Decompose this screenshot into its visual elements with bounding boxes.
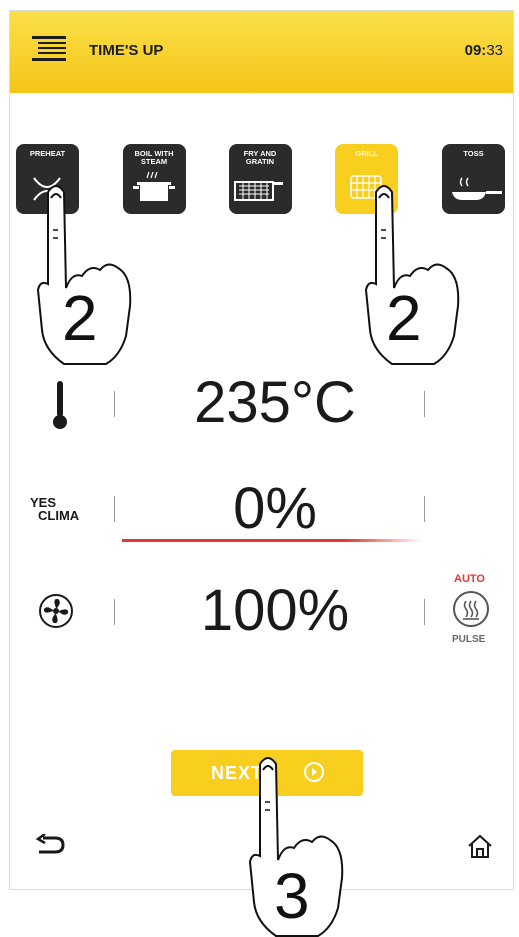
yes-clima-icon: YES CLIMA [30, 496, 79, 522]
fry-basket-icon [234, 181, 283, 201]
home-icon[interactable] [466, 833, 494, 859]
mode-label: TOSS [463, 149, 484, 158]
divider [114, 496, 115, 522]
fan-icon [39, 594, 73, 628]
divider [114, 599, 115, 625]
fan-pulse-label: PULSE [452, 634, 486, 645]
humidity-value[interactable]: 0% [125, 475, 425, 542]
mode-label: BOIL WITH STEAM [134, 149, 174, 166]
clock: 09:33 [465, 42, 503, 59]
mode-fry-and-gratin-button[interactable]: FRY AND GRATIN [229, 144, 292, 214]
menu-icon[interactable] [32, 35, 66, 63]
fan-auto-label: AUTO [454, 573, 485, 585]
page-title: TIME'S UP [89, 42, 164, 59]
mode-label: PREHEAT [29, 149, 66, 158]
fan-speed-value[interactable]: 100% [125, 577, 425, 644]
temperature-value[interactable]: 235°C [125, 369, 425, 436]
divider [424, 496, 425, 522]
pulse-toggle-button[interactable] [453, 591, 489, 627]
divider [424, 391, 425, 417]
humidity-slider-track[interactable] [122, 539, 422, 542]
clock-hours: 09: [464, 42, 487, 59]
mode-label: FRY AND GRATIN [243, 149, 277, 166]
thermometer-icon [53, 381, 67, 429]
step-number: 3 [274, 860, 310, 932]
back-icon[interactable] [35, 834, 67, 856]
step-number: 2 [386, 282, 422, 354]
divider [424, 599, 425, 625]
divider [114, 391, 115, 417]
step-number: 2 [62, 282, 98, 354]
yes-clima-text-bottom: CLIMA [38, 508, 80, 523]
header-bar: TIME'S UP 09:33 [10, 11, 513, 93]
pulse-icon [463, 600, 479, 620]
mode-label: GRILL [355, 149, 378, 158]
clock-minutes: 33 [486, 42, 503, 59]
